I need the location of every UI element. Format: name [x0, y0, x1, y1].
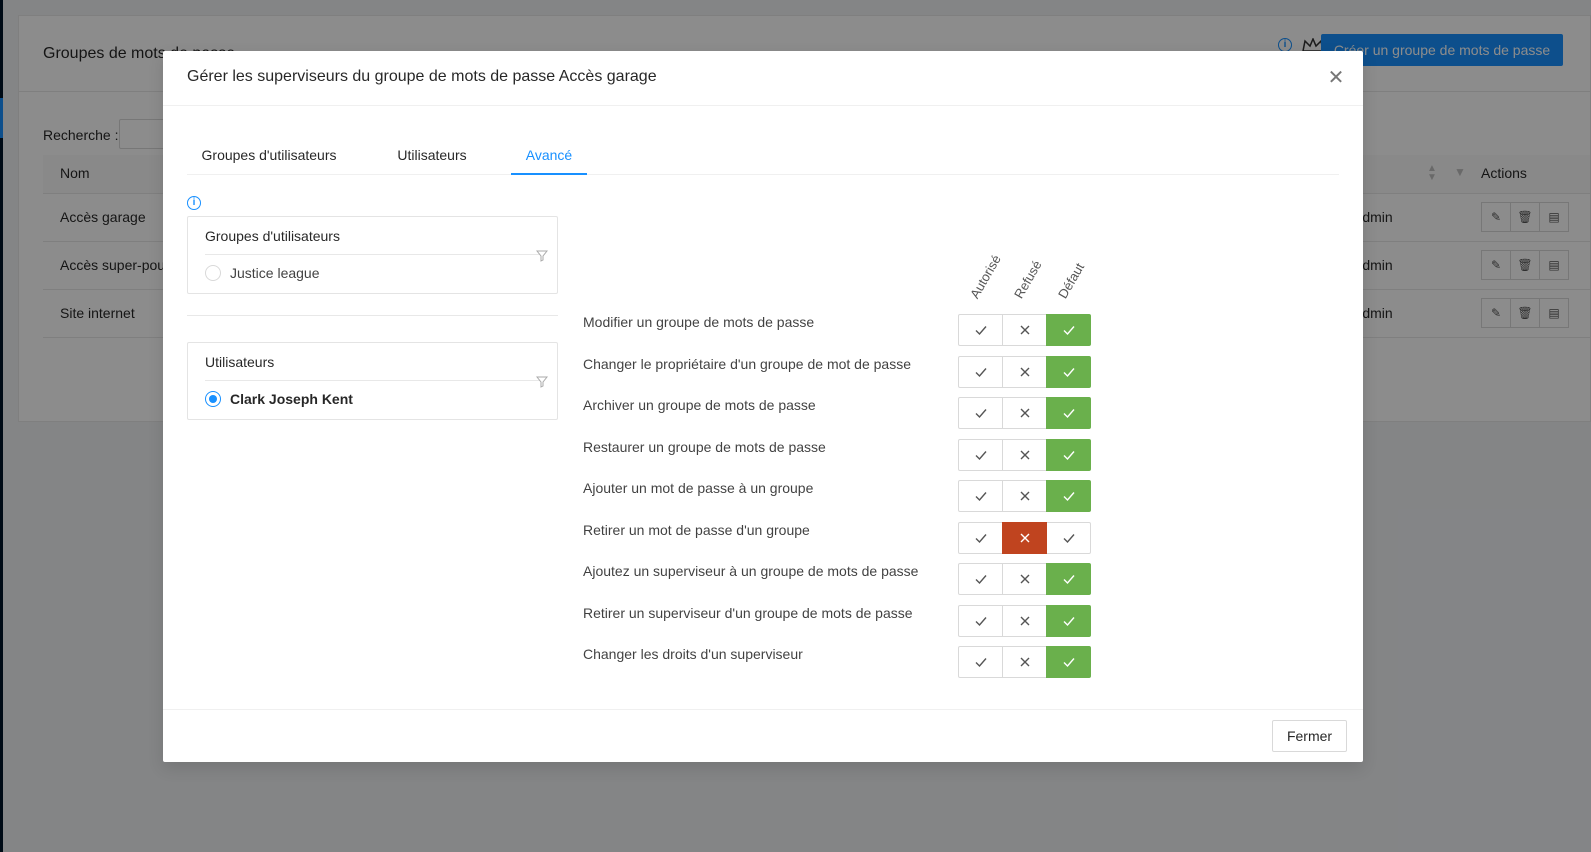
allow-button[interactable] [958, 563, 1003, 595]
permission-toggle-group [958, 438, 1091, 471]
permission-row: Ajouter un mot de passe à un groupe [583, 480, 1103, 512]
modal-footer: Fermer [163, 709, 1363, 762]
tab-bar: Groupes d'utilisateurs Utilisateurs Avan… [187, 137, 1339, 175]
permission-row: Changer le propriétaire d'un groupe de m… [583, 355, 1103, 388]
deny-button[interactable] [1002, 646, 1047, 678]
filter-icon[interactable] [535, 375, 549, 388]
permission-label: Ajoutez un superviseur à un groupe de mo… [583, 563, 919, 579]
radio-option[interactable]: Clark Joseph Kent [205, 391, 353, 407]
permission-toggle-group [958, 521, 1091, 554]
column-header-denied: Refusé [1011, 257, 1045, 301]
radio-label: Clark Joseph Kent [230, 391, 353, 407]
permission-row: Ajoutez un superviseur à un groupe de mo… [583, 563, 1103, 595]
deny-button[interactable] [1002, 355, 1047, 388]
tab-user-groups[interactable]: Groupes d'utilisateurs [187, 137, 351, 175]
permission-label: Archiver un groupe de mots de passe [583, 397, 816, 413]
close-button[interactable]: Fermer [1272, 720, 1347, 752]
default-button[interactable] [1046, 438, 1091, 471]
deny-button[interactable] [1002, 438, 1047, 471]
deny-button[interactable] [1002, 521, 1047, 554]
permission-label: Retirer un mot de passe d'un groupe [583, 521, 810, 538]
permission-toggle-group [958, 355, 1091, 388]
panel-title: Utilisateurs [205, 354, 275, 370]
default-button[interactable] [1046, 355, 1091, 388]
default-button[interactable] [1046, 480, 1091, 512]
deny-button[interactable] [1002, 604, 1047, 637]
default-button[interactable] [1046, 646, 1091, 678]
panel-divider [205, 380, 540, 381]
allow-button[interactable] [958, 480, 1003, 512]
tab-advanced[interactable]: Avancé [511, 137, 587, 175]
deny-button[interactable] [1002, 314, 1047, 346]
column-header-allowed: Autorisé [967, 252, 1004, 301]
radio-button[interactable] [205, 391, 221, 407]
section-divider [187, 315, 558, 316]
permission-toggle-group [958, 314, 1091, 346]
permission-toggle-group [958, 604, 1091, 637]
close-icon[interactable]: ✕ [1323, 65, 1349, 91]
permission-row: Retirer un mot de passe d'un groupe [583, 521, 1103, 554]
default-button[interactable] [1046, 563, 1091, 595]
panel-title: Groupes d'utilisateurs [205, 228, 340, 244]
deny-button[interactable] [1002, 397, 1047, 429]
permission-row: Restaurer un groupe de mots de passe [583, 438, 1103, 471]
users-panel: Utilisateurs Clark Joseph Kent [187, 342, 558, 420]
permission-row: Retirer un superviseur d'un groupe de mo… [583, 604, 1103, 637]
radio-option[interactable]: Justice league [205, 265, 320, 281]
permission-toggle-group [958, 480, 1091, 512]
permission-toggle-group [958, 563, 1091, 595]
permission-label: Ajouter un mot de passe à un groupe [583, 480, 814, 496]
permission-toggle-group [958, 646, 1091, 678]
permission-label: Restaurer un groupe de mots de passe [583, 438, 826, 455]
radio-label: Justice league [230, 265, 320, 281]
panel-divider [205, 254, 540, 255]
info-icon[interactable]: i [187, 196, 201, 210]
filter-icon[interactable] [535, 249, 549, 262]
permission-toggle-group [958, 397, 1091, 429]
allow-button[interactable] [958, 314, 1003, 346]
permission-label: Changer le propriétaire d'un groupe de m… [583, 355, 911, 372]
allow-button[interactable] [958, 355, 1003, 388]
column-header-default: Défaut [1055, 260, 1088, 301]
tab-users[interactable]: Utilisateurs [383, 137, 481, 175]
allow-button[interactable] [958, 521, 1003, 554]
default-button[interactable] [1046, 314, 1091, 346]
allow-button[interactable] [958, 397, 1003, 429]
allow-button[interactable] [958, 646, 1003, 678]
deny-button[interactable] [1002, 480, 1047, 512]
permission-row: Modifier un groupe de mots de passe [583, 314, 1103, 346]
default-button[interactable] [1046, 604, 1091, 637]
permission-label: Modifier un groupe de mots de passe [583, 314, 815, 330]
permission-row: Archiver un groupe de mots de passe [583, 397, 1103, 429]
permission-row: Changer les droits d'un superviseur [583, 646, 1103, 678]
user-groups-panel: Groupes d'utilisateurs Justice league [187, 216, 558, 294]
deny-button[interactable] [1002, 563, 1047, 595]
permission-label: Changer les droits d'un superviseur [583, 646, 803, 662]
modal-header: Gérer les superviseurs du groupe de mots… [163, 51, 1363, 106]
allow-button[interactable] [958, 438, 1003, 471]
default-button[interactable] [1046, 521, 1091, 554]
radio-button[interactable] [205, 265, 221, 281]
supervisors-modal: Gérer les superviseurs du groupe de mots… [163, 51, 1363, 762]
permission-label: Retirer un superviseur d'un groupe de mo… [583, 604, 913, 621]
modal-title: Gérer les superviseurs du groupe de mots… [187, 68, 657, 85]
default-button[interactable] [1046, 397, 1091, 429]
allow-button[interactable] [958, 604, 1003, 637]
